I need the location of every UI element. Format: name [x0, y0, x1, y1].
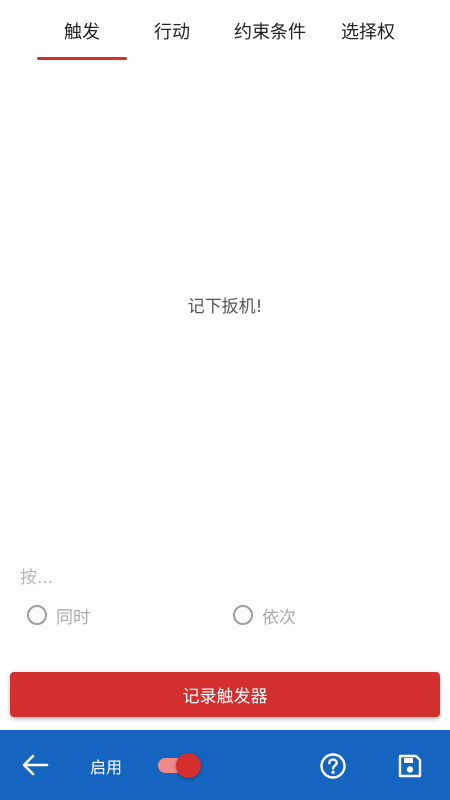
press-label: 按... [20, 568, 54, 588]
enable-toggle[interactable] [156, 752, 202, 778]
trigger-screen: 触发 行动 约束条件 选择权 记下扳机! 按... 同时 依次 记录触发器 启用 [0, 0, 450, 800]
active-tab-indicator [37, 57, 127, 60]
help-circle-icon[interactable] [319, 752, 347, 780]
radio-circle-icon [27, 605, 47, 625]
tab-constraints[interactable]: 约束条件 [224, 0, 316, 62]
tab-actions[interactable]: 行动 [140, 0, 204, 62]
radio-circle-icon [233, 605, 253, 625]
radio-simultaneous[interactable]: 同时 [27, 602, 90, 628]
arrow-left-icon[interactable] [20, 752, 50, 778]
record-trigger-button[interactable]: 记录触发器 [10, 672, 440, 717]
bottom-bar: 启用 [0, 730, 450, 800]
tab-bar: 触发 行动 约束条件 选择权 [0, 0, 450, 62]
enable-label: 启用 [90, 758, 123, 777]
tab-options[interactable]: 选择权 [330, 0, 406, 62]
switch-thumb [176, 753, 201, 778]
radio-sequential[interactable]: 依次 [233, 602, 296, 628]
record-trigger-message: 记下扳机! [187, 297, 263, 317]
save-icon[interactable] [397, 753, 423, 779]
radio-sequential-label: 依次 [262, 607, 296, 628]
tab-trigger[interactable]: 触发 [37, 0, 127, 62]
radio-simultaneous-label: 同时 [56, 607, 90, 628]
